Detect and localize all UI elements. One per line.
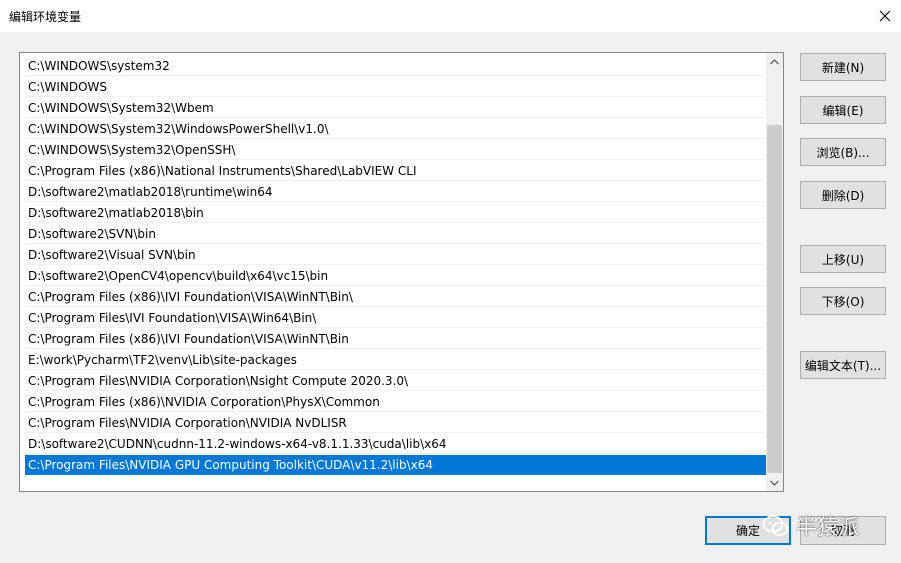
watermark-text: 半猿派 <box>796 515 859 539</box>
path-list-item[interactable]: C:\WINDOWS\System32\OpenSSH\ <box>25 140 766 160</box>
path-list-item[interactable]: C:\Program Files\NVIDIA GPU Computing To… <box>25 455 766 475</box>
path-list-item[interactable]: C:\Program Files (x86)\NVIDIA Corporatio… <box>25 392 766 412</box>
scroll-down-arrow[interactable] <box>766 474 783 491</box>
path-list-item[interactable]: D:\software2\Visual SVN\bin <box>25 245 766 265</box>
path-list-item[interactable]: C:\Program Files\IVI Foundation\VISA\Win… <box>25 308 766 328</box>
close-icon <box>879 10 891 22</box>
path-list-item[interactable]: D:\software2\OpenCV4\opencv\build\x64\vc… <box>25 266 766 286</box>
vertical-scrollbar[interactable] <box>766 53 783 491</box>
delete-button[interactable]: 删除(D) <box>800 181 886 209</box>
scroll-thumb[interactable] <box>767 125 782 473</box>
edit-button[interactable]: 编辑(E) <box>800 96 886 124</box>
watermark: 半猿派 <box>762 508 882 544</box>
chevron-down-icon <box>770 480 779 486</box>
browse-button[interactable]: 浏览(B)... <box>800 138 886 166</box>
path-list-item[interactable]: C:\WINDOWS\system32 <box>25 56 766 76</box>
move-down-button[interactable]: 下移(O) <box>800 287 886 315</box>
move-up-button[interactable]: 上移(U) <box>800 245 886 273</box>
path-list-item[interactable]: C:\WINDOWS\System32\Wbem <box>25 98 766 118</box>
path-list-item[interactable]: C:\Program Files (x86)\IVI Foundation\VI… <box>25 329 766 349</box>
path-list-item[interactable]: C:\Program Files (x86)\IVI Foundation\VI… <box>25 287 766 307</box>
wechat-icon <box>762 515 789 536</box>
window-title: 编辑环境变量 <box>9 10 82 24</box>
path-list-item[interactable]: C:\Program Files\NVIDIA Corporation\NVID… <box>25 413 766 433</box>
path-list-item[interactable]: C:\Program Files (x86)\National Instrume… <box>25 161 766 181</box>
path-list-item[interactable]: C:\Program Files\NVIDIA Corporation\Nsig… <box>25 371 766 391</box>
path-list-item[interactable]: D:\software2\matlab2018\runtime\win64 <box>25 182 766 202</box>
path-list-item[interactable]: C:\WINDOWS <box>25 77 766 97</box>
new-button[interactable]: 新建(N) <box>800 53 886 81</box>
path-list-item[interactable]: D:\software2\SVN\bin <box>25 224 766 244</box>
chevron-up-icon <box>770 58 779 64</box>
path-list[interactable]: C:\WINDOWS\system32 C:\WINDOWS C:\WINDOWS\… <box>19 52 784 492</box>
edit-text-button[interactable]: 编辑文本(T)... <box>800 351 886 379</box>
close-button[interactable] <box>869 0 901 32</box>
path-list-item[interactable]: E:\work\Pycharm\TF2\venv\Lib\site-packag… <box>25 350 766 370</box>
path-list-item[interactable]: D:\software2\CUDNN\cudnn-11.2-windows-x6… <box>25 434 766 454</box>
scroll-up-arrow[interactable] <box>766 53 783 70</box>
path-list-item[interactable]: C:\WINDOWS\System32\WindowsPowerShell\v1… <box>25 119 766 139</box>
title-bar: 编辑环境变量 <box>0 0 901 32</box>
path-list-item[interactable]: D:\software2\matlab2018\bin <box>25 203 766 223</box>
